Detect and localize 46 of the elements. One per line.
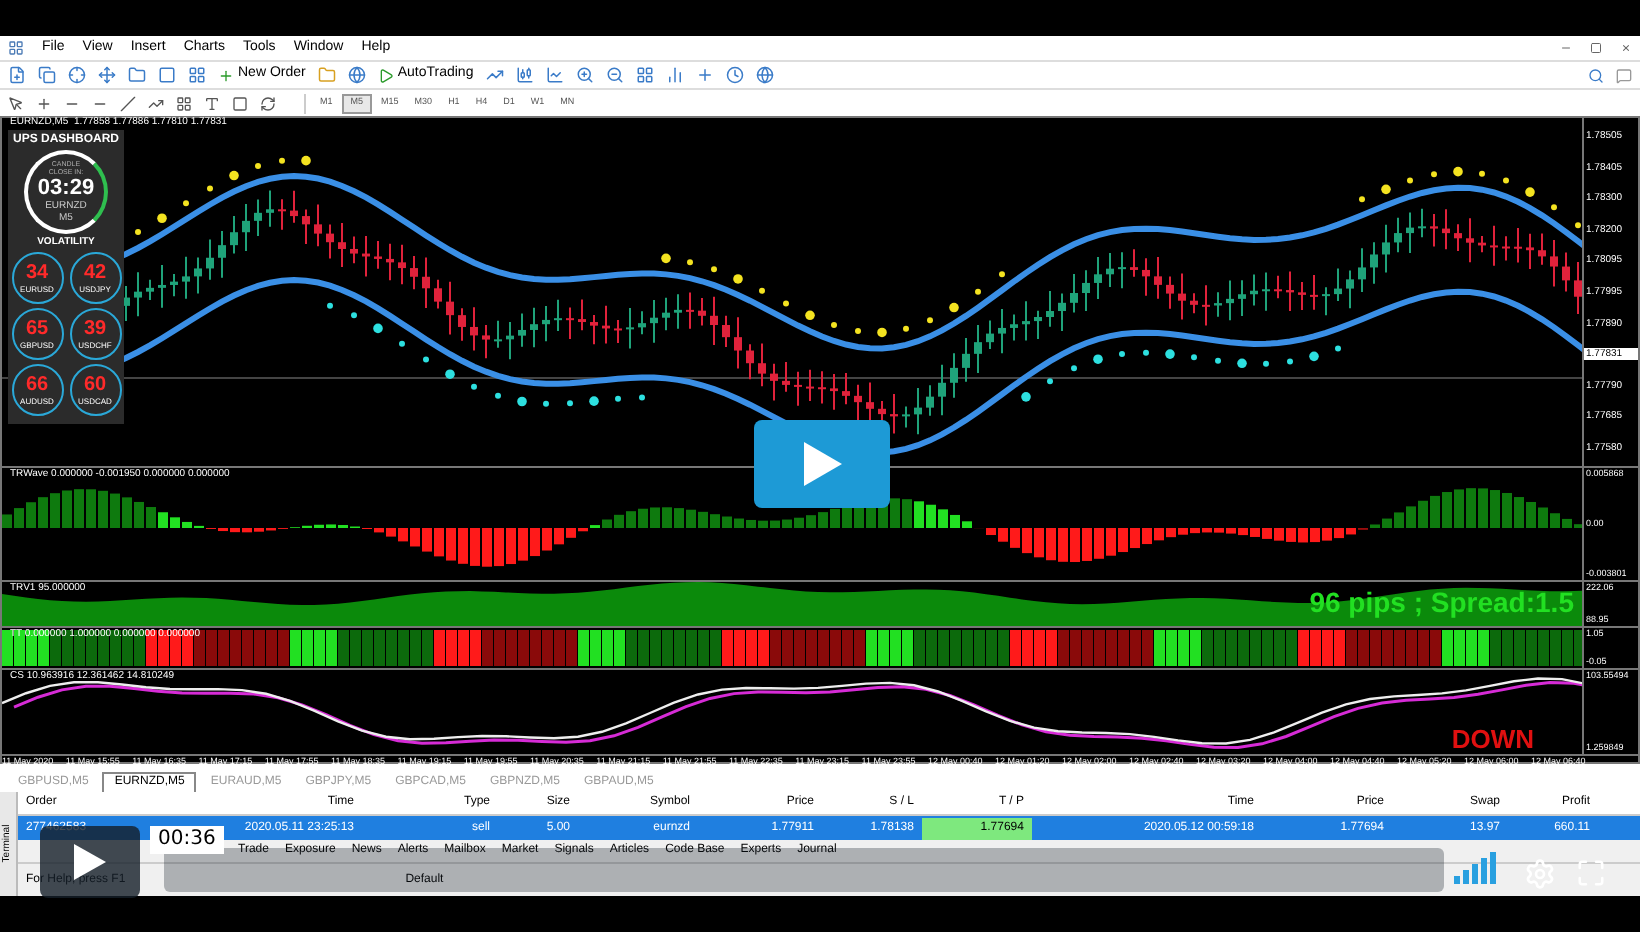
- toolbar-icon[interactable]: [188, 66, 206, 84]
- countdown-time: 03:29: [37, 176, 95, 200]
- volatility-value: 34: [25, 263, 49, 283]
- volatility-value: 42: [83, 263, 107, 283]
- drawing-tool-icon[interactable]: [36, 95, 52, 111]
- chat-icon[interactable]: [1616, 67, 1632, 83]
- toolbar-icon[interactable]: [68, 66, 86, 84]
- volatility-value: 60: [83, 375, 107, 395]
- drawing-tool-icon[interactable]: [204, 95, 220, 111]
- toolbar-icon[interactable]: [755, 66, 774, 84]
- volatility-value: 65: [25, 319, 49, 339]
- toolbar-icon[interactable]: [38, 66, 56, 84]
- toolbar-icon[interactable]: [8, 66, 26, 84]
- toolbar-icon[interactable]: [725, 66, 744, 84]
- play-icon: [377, 67, 394, 83]
- toolbar-icon[interactable]: [158, 66, 176, 84]
- search-icon[interactable]: [1588, 67, 1604, 83]
- play-button[interactable]: [754, 420, 890, 508]
- toolbar-icon[interactable]: [317, 66, 336, 84]
- video-time-tooltip: 00:36: [150, 826, 224, 854]
- toolbar-icon[interactable]: [347, 66, 366, 84]
- drawing-tool-icon[interactable]: [8, 95, 24, 111]
- volatility-value: 66: [25, 375, 49, 395]
- toolbar-icon[interactable]: [665, 66, 684, 84]
- toolbar-icon[interactable]: [575, 66, 594, 84]
- toolbar-icon[interactable]: [635, 66, 654, 84]
- plus-icon: [218, 67, 234, 83]
- play-icon: [800, 440, 844, 488]
- drawing-tool-icon[interactable]: [260, 95, 276, 111]
- volatility-value: 39: [83, 319, 107, 339]
- toolbar-icon[interactable]: [485, 66, 504, 84]
- drawing-tool-icon[interactable]: [232, 95, 248, 111]
- drawing-tool-icon[interactable]: [148, 95, 164, 111]
- toolbar-icon[interactable]: [695, 66, 714, 84]
- volume-icon[interactable]: [1454, 852, 1498, 884]
- signal-label: DOWN: [1451, 724, 1534, 754]
- drawing-tool-icon[interactable]: [176, 95, 192, 111]
- restore-icon[interactable]: [1590, 42, 1602, 54]
- play-icon: [72, 842, 108, 882]
- close-icon[interactable]: [1620, 42, 1632, 54]
- toolbar-icon[interactable]: [98, 66, 116, 84]
- toolbar-icon[interactable]: [545, 66, 564, 84]
- app-icon: [8, 40, 24, 56]
- toolbar-icon[interactable]: [605, 66, 624, 84]
- toolbar-icon[interactable]: [515, 66, 534, 84]
- toolbar-icon[interactable]: [128, 66, 146, 84]
